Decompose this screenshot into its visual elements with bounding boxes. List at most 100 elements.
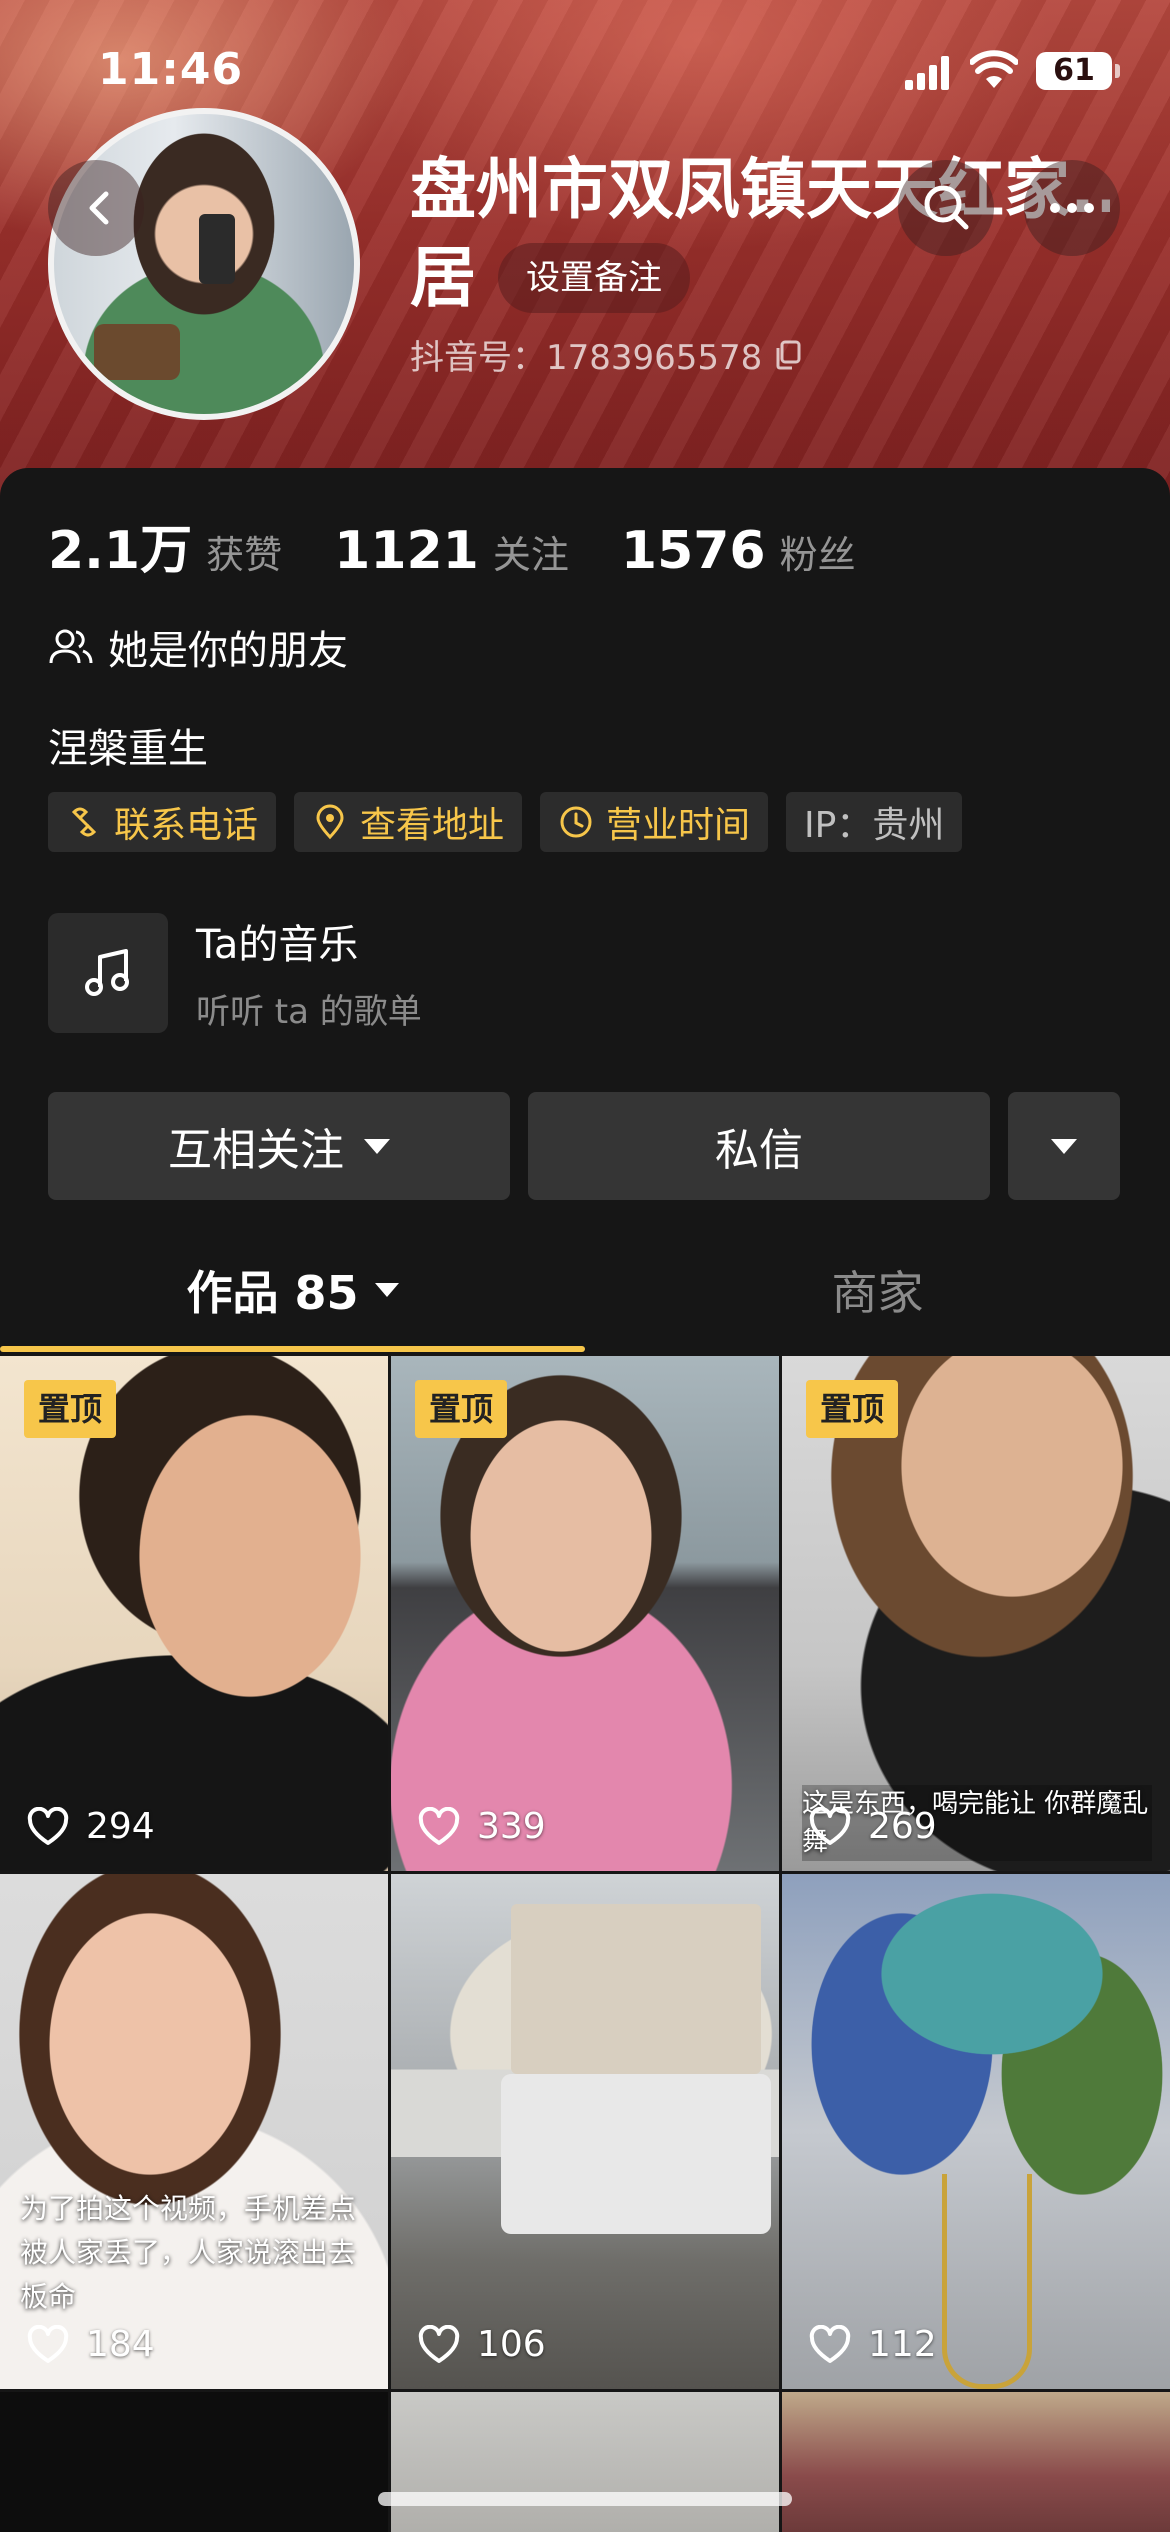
music-card[interactable]: Ta的音乐 听听 ta 的歌单: [48, 912, 422, 1033]
message-label: 私信: [715, 1125, 803, 1176]
truck-body: [501, 2074, 771, 2234]
like-count-value: 339: [477, 1806, 546, 1847]
tab-label: 作品 85: [186, 1266, 359, 1320]
music-title: Ta的音乐: [196, 922, 359, 968]
like-count: 112: [808, 2324, 937, 2365]
tag-label: IP：贵州: [804, 805, 945, 846]
music-text: Ta的音乐 听听 ta 的歌单: [196, 912, 422, 1033]
active-tab-indicator: [0, 1346, 585, 1352]
like-count-value: 112: [868, 2324, 937, 2365]
stat-following[interactable]: 1121 关注: [334, 521, 569, 581]
avatar-bag: [94, 324, 180, 380]
video-thumbnail[interactable]: 置顶 这是东西，喝完能让 你群魔乱舞 269: [782, 1356, 1170, 1871]
set-note-button[interactable]: 设置备注: [498, 243, 690, 313]
copy-icon[interactable]: [774, 340, 802, 370]
stat-label: 粉丝: [779, 533, 856, 577]
search-icon: [924, 185, 969, 230]
heart-icon: [809, 2324, 851, 2363]
stat-value: 1576: [620, 521, 766, 581]
tag-label: 营业时间: [606, 805, 751, 846]
tag-business-hours[interactable]: 营业时间: [540, 792, 769, 852]
pinned-badge: 置顶: [24, 1380, 117, 1438]
mutual-follow-button[interactable]: 互相关注: [48, 1092, 510, 1200]
like-count: 269: [808, 1806, 937, 1847]
video-thumbnail[interactable]: 置顶 294: [0, 1356, 388, 1871]
avatar[interactable]: [48, 108, 360, 420]
location-pin-icon: [316, 804, 344, 840]
more-dot-icon: [1067, 203, 1077, 213]
profile-bio: 涅槃重生: [48, 726, 208, 772]
like-count-value: 184: [86, 2324, 155, 2365]
video-thumbnail[interactable]: 为了拍这个视频，手机差点 被人家丢了，人家说滚出去 板命 184: [0, 1874, 388, 2389]
follow-label: 互相关注: [168, 1125, 344, 1176]
like-count: 184: [26, 2324, 155, 2365]
chevron-down-icon: [374, 1283, 399, 1297]
chevron-down-icon: [1051, 1138, 1077, 1154]
music-thumb: [48, 912, 168, 1033]
douyin-id-text: 抖音号：1783965578: [410, 338, 763, 378]
video-grid: 置顶 294 置顶 339 置顶 这是东西，喝完能让 你群魔乱舞 269 为了拍…: [0, 1356, 1170, 2532]
pinned-badge: 置顶: [415, 1380, 508, 1438]
like-count-value: 269: [868, 1806, 937, 1847]
like-count: 106: [417, 2324, 546, 2365]
tag-view-address[interactable]: 查看地址: [294, 792, 523, 852]
heart-icon: [27, 1806, 69, 1845]
profile-tags: 联系电话 查看地址 营业时间 IP：贵州: [48, 792, 980, 852]
action-row: 互相关注 私信: [48, 1092, 1120, 1200]
like-count-value: 294: [86, 1806, 155, 1847]
tag-label: 查看地址: [360, 805, 505, 846]
heart-icon: [809, 1806, 851, 1845]
like-count: 294: [26, 1806, 155, 1847]
message-button[interactable]: 私信: [528, 1092, 990, 1200]
like-count: 339: [417, 1806, 546, 1847]
home-indicator[interactable]: [378, 2492, 792, 2506]
truck-cargo: [511, 1904, 761, 2074]
video-thumbnail[interactable]: [782, 2392, 1170, 2532]
avatar-phone: [199, 214, 235, 284]
music-note-icon: [85, 948, 129, 996]
tab-label: 商家: [831, 1266, 924, 1320]
video-caption: 为了拍这个视频，手机差点 被人家丢了，人家说滚出去 板命: [20, 2192, 357, 2313]
content-tabs: 作品 85 商家: [0, 1230, 1170, 1350]
video-thumbnail[interactable]: [0, 2392, 388, 2532]
video-thumbnail[interactable]: [391, 2392, 779, 2532]
search-button[interactable]: [898, 160, 994, 256]
signal-icon: [905, 56, 949, 90]
more-options-button[interactable]: [1024, 160, 1120, 256]
video-thumbnail[interactable]: 106: [391, 1874, 779, 2389]
status-time: 11:46: [98, 44, 244, 95]
stat-label: 获赞: [206, 533, 283, 577]
heart-icon: [418, 1806, 460, 1845]
wifi-icon: [970, 50, 1018, 88]
clock-icon: [560, 806, 592, 838]
profile-name-row: 居 设置备注: [410, 238, 690, 318]
stat-likes[interactable]: 2.1万 获赞: [48, 508, 282, 583]
music-subtitle: 听听 ta 的歌单: [196, 992, 422, 1032]
profile-name-continued: 居: [410, 239, 476, 316]
link-icon: [71, 807, 97, 837]
stat-value: 2.1万: [48, 521, 193, 581]
battery-icon: 61: [1036, 52, 1120, 90]
stat-value: 1121: [334, 521, 479, 581]
tab-works[interactable]: 作品 85: [0, 1230, 585, 1350]
profile-name: 盘州市双凤镇天天红家..: [410, 151, 1110, 228]
tab-merchant[interactable]: 商家: [585, 1230, 1170, 1350]
heart-icon: [27, 2324, 69, 2363]
back-button[interactable]: [48, 160, 144, 256]
video-thumbnail[interactable]: 置顶 339: [391, 1356, 779, 1871]
stat-label: 关注: [492, 533, 569, 577]
tag-contact-phone[interactable]: 联系电话: [48, 792, 277, 852]
douyin-id[interactable]: 抖音号：1783965578: [410, 330, 802, 379]
tag-ip-location: IP：贵州: [786, 792, 963, 852]
stat-followers[interactable]: 1576 粉丝: [621, 521, 856, 581]
recommend-dropdown-button[interactable]: [1008, 1092, 1120, 1200]
tag-label: 联系电话: [114, 805, 259, 846]
chevron-down-icon: [364, 1138, 390, 1154]
vase-shape: [942, 2174, 1032, 2389]
more-dot-icon: [1084, 203, 1094, 213]
pinned-badge: 置顶: [806, 1380, 899, 1438]
video-thumbnail[interactable]: 112: [782, 1874, 1170, 2389]
back-arrow-icon: [89, 191, 109, 225]
like-count-value: 106: [477, 2324, 546, 2365]
heart-icon: [418, 2324, 460, 2363]
